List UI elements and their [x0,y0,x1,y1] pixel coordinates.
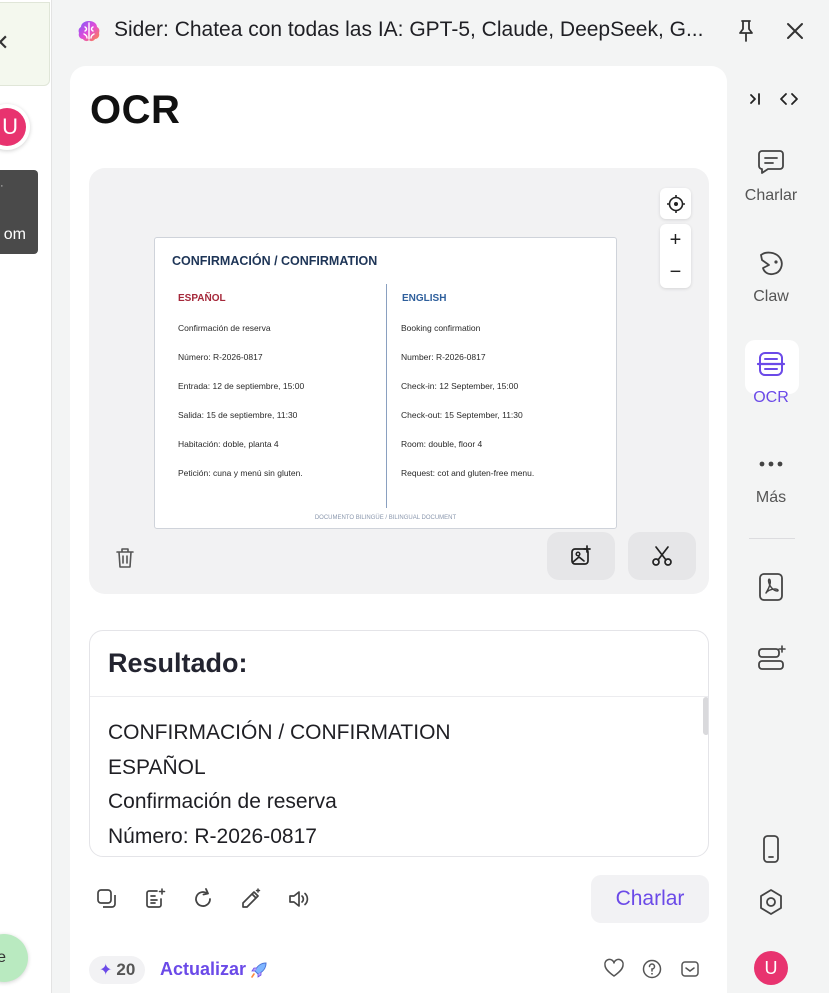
background-tooltip: · om [0,170,38,254]
feedback-mail-icon[interactable] [679,958,701,980]
sparkle-icon: ✦ [99,962,113,979]
document-footer: DOCUMENTO BILINGÜE / BILINGUAL DOCUMENT [314,515,457,521]
close-icon[interactable]: ✕ [0,32,9,54]
sidebar-item-label: Claw [753,288,789,305]
sidebar-item-label: Más [755,489,787,506]
result-scrollbar[interactable] [703,697,708,735]
image-add-icon [571,545,591,565]
sidebar-item-label: Charlar [744,187,798,204]
code-icon[interactable] [779,90,799,108]
locate-button[interactable] [660,188,691,219]
scissors-icon [652,546,672,566]
credits-badge[interactable]: ✦ 20 [89,956,146,984]
scan-sparkle-icon [146,888,166,908]
pin-icon[interactable] [734,18,758,44]
zoom-in-button[interactable]: + [660,224,691,256]
title-bar: Sider: Chatea con todas las IA: GPT-5, C… [52,0,829,62]
rocket-icon [251,961,267,978]
document-line-en: Number: R-2026-0817 [401,352,486,362]
sidebar-item-label: OCR [753,389,789,406]
result-line: ESPAÑOL [108,755,206,779]
sidebar-item-claw[interactable]: Claw [743,247,799,306]
sidebar-rail: Charlar Claw OCR Más U [727,62,829,993]
regenerate-button[interactable] [190,884,216,914]
document-line-es: Entrada: 12 de septiembre, 15:00 [178,381,305,391]
pdf-icon[interactable] [755,571,787,603]
speaker-icon [289,891,309,907]
document-line-en: Check-out: 15 September, 11:30 [401,410,523,420]
heart-icon[interactable] [603,958,625,980]
settings-icon[interactable] [755,886,787,918]
edit-button[interactable] [238,884,264,914]
document-line-es: Habitación: doble, planta 4 [178,439,279,449]
mobile-icon[interactable] [755,833,787,865]
zoom-controls: + − [660,224,691,288]
window-title: Sider: Chatea con todas las IA: GPT-5, C… [114,18,704,41]
help-icon[interactable] [641,958,663,980]
ai-tools-icon[interactable] [755,643,787,675]
sidebar-item-ocr[interactable]: OCR [743,340,799,407]
result-title: Resultado: [108,648,248,678]
chat-icon [758,150,784,174]
floating-button[interactable]: e [0,934,28,982]
image-tools: + − [660,188,691,288]
result-text[interactable]: CONFIRMACIÓN / CONFIRMATION ESPAÑOL Conf… [108,716,688,854]
image-preview-area: CONFIRMACIÓN / CONFIRMATION ESPAÑOL ENGL… [89,168,709,594]
document-line-es: Salida: 15 de septiembre, 11:30 [178,410,298,420]
close-icon[interactable] [782,18,808,44]
document-line-es: Número: R-2026-0817 [178,352,263,362]
zoom-out-button[interactable]: − [660,256,691,288]
result-line: Confirmación de reserva [108,790,337,813]
ocr-panel: OCR CONFIRMACIÓN / CONFIRMATION ESPAÑOL … [70,66,727,993]
document-line-en: Check-in: 12 September, 15:00 [401,381,519,391]
document-divider [386,284,387,508]
refresh-icon [195,888,211,907]
document-image: CONFIRMACIÓN / CONFIRMATION ESPAÑOL ENGL… [154,237,617,529]
claw-icon [760,251,783,276]
document-line-en: Booking confirmation [401,323,481,333]
upgrade-label: Actualizar [160,959,247,979]
tooltip-text: om [3,226,26,243]
magic-pen-icon [242,888,261,908]
rail-top-controls [747,90,799,108]
user-avatar[interactable]: U [754,951,788,985]
collapse-icon[interactable] [747,90,765,108]
crop-button[interactable] [628,532,696,580]
read-aloud-button[interactable] [286,884,312,914]
page-title: OCR [90,88,181,132]
document-line-es: Confirmación de reserva [178,323,271,333]
copy-icon [97,889,116,908]
extract-button[interactable] [142,884,168,914]
document-line-en: Room: double, floor 4 [401,439,483,449]
tooltip-mark: · [0,180,4,192]
divider [749,538,795,539]
document-heading-en: ENGLISH [402,293,447,304]
sider-logo-icon [78,21,100,42]
background-page: ✕ U · om e [0,0,52,993]
result-actions [94,884,312,914]
upgrade-link[interactable]: Actualizar [160,959,268,980]
sidebar-item-more[interactable]: Más [743,448,799,507]
credits-count: 20 [116,960,136,979]
copy-button[interactable] [94,884,120,914]
background-notification: ✕ [0,2,50,86]
document-heading-es: ESPAÑOL [178,293,226,304]
sidebar-item-charlar[interactable]: Charlar [743,146,799,205]
replace-image-button[interactable] [547,532,615,580]
document-line-es: Petición: cuna y menú sin gluten. [178,468,303,478]
divider [90,696,708,697]
ocr-icon [756,352,786,376]
more-icon [759,461,783,467]
crosshair-icon [666,194,685,213]
document-title: CONFIRMACIÓN / CONFIRMATION [172,254,378,268]
result-line: CONFIRMACIÓN / CONFIRMATION [108,721,451,744]
trash-icon[interactable] [114,546,136,570]
footer-bar: ✦ 20 Actualizar [89,956,709,988]
charlar-button[interactable]: Charlar [591,875,709,923]
document-line-en: Request: cot and gluten-free menu. [401,468,535,478]
result-card: Resultado: CONFIRMACIÓN / CONFIRMATION E… [89,630,709,857]
result-line: Número: R-2026-0817 [108,824,317,848]
